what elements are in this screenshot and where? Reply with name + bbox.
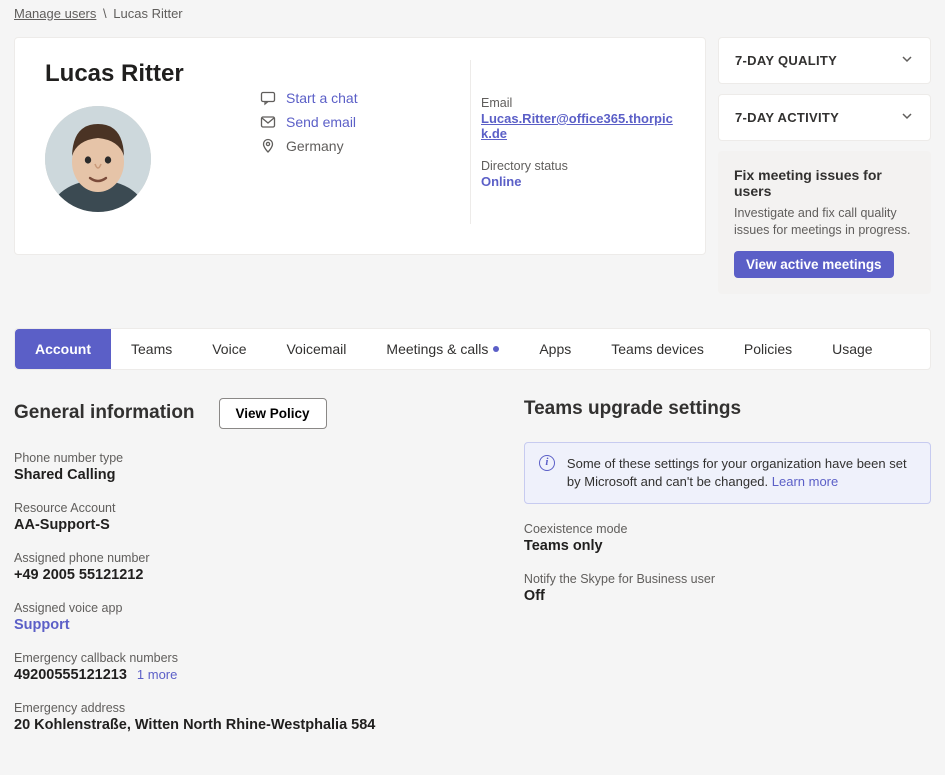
tab-label: Usage — [832, 341, 872, 357]
tab-label: Meetings & calls — [386, 341, 488, 357]
fix-meeting-card: Fix meeting issues for users Investigate… — [718, 151, 931, 294]
assigned-number-value: +49 2005 55121212 — [14, 567, 464, 583]
tabs: Account Teams Voice Voicemail Meetings & cal… — [14, 328, 931, 370]
mail-icon — [260, 114, 276, 130]
phone-type-value: Shared Calling — [14, 467, 464, 483]
breadcrumb: Manage users \ Lucas Ritter — [0, 0, 945, 27]
tab-label: Voicemail — [286, 341, 346, 357]
emergency-addr-value: 20 Kohlenstraße, Witten North Rhine-West… — [14, 717, 464, 733]
voice-app-label: Assigned voice app — [14, 601, 464, 615]
assigned-number-label: Assigned phone number — [14, 551, 464, 565]
user-name: Lucas Ritter — [45, 60, 260, 88]
activity-card[interactable]: 7-DAY ACTIVITY — [718, 94, 931, 141]
upgrade-heading: Teams upgrade settings — [524, 398, 741, 420]
location-icon — [260, 138, 276, 154]
chat-icon — [260, 90, 276, 106]
resource-account-value: AA-Support-S — [14, 517, 464, 533]
location-label: Germany — [286, 138, 344, 154]
tab-teams-devices[interactable]: Teams devices — [591, 329, 724, 369]
view-active-meetings-button[interactable]: View active meetings — [734, 251, 894, 278]
breadcrumb-current: Lucas Ritter — [113, 6, 182, 21]
fix-title: Fix meeting issues for users — [734, 167, 915, 199]
coexist-label: Coexistence mode — [524, 522, 931, 536]
tab-teams[interactable]: Teams — [111, 329, 192, 369]
send-email-link[interactable]: Send email — [260, 114, 460, 130]
chevron-down-icon — [900, 52, 914, 69]
fix-desc: Investigate and fix call quality issues … — [734, 205, 915, 239]
avatar — [45, 106, 151, 212]
emergency-more-link[interactable]: 1 more — [137, 667, 177, 682]
dir-status-label: Directory status — [481, 159, 681, 173]
tab-label: Account — [35, 341, 91, 357]
notify-value: Off — [524, 588, 931, 604]
tab-usage[interactable]: Usage — [812, 329, 892, 369]
quality-card[interactable]: 7-DAY QUALITY — [718, 37, 931, 84]
chevron-down-icon — [900, 109, 914, 126]
dir-status-value: Online — [481, 174, 681, 189]
send-email-label: Send email — [286, 114, 356, 130]
email-label: Email — [481, 96, 681, 110]
voice-app-value[interactable]: Support — [14, 617, 464, 633]
email-value[interactable]: Lucas.Ritter@office365.thorpick.de — [481, 111, 681, 141]
tab-label: Apps — [539, 341, 571, 357]
notification-dot-icon — [493, 346, 499, 352]
profile-card: Lucas Ritter Start a chat — [14, 37, 706, 255]
profile-divider — [470, 60, 471, 224]
emergency-nums-value: 49200555121213 — [14, 667, 127, 683]
tab-policies[interactable]: Policies — [724, 329, 812, 369]
emergency-addr-label: Emergency address — [14, 701, 464, 715]
phone-type-label: Phone number type — [14, 451, 464, 465]
info-icon: i — [539, 455, 555, 471]
quality-title: 7-DAY QUALITY — [735, 53, 837, 68]
tab-account[interactable]: Account — [15, 329, 111, 369]
start-chat-link[interactable]: Start a chat — [260, 90, 460, 106]
resource-account-label: Resource Account — [14, 501, 464, 515]
tab-meetings-calls[interactable]: Meetings & calls — [366, 329, 519, 369]
breadcrumb-parent[interactable]: Manage users — [14, 6, 96, 21]
breadcrumb-separator: \ — [103, 6, 107, 21]
start-chat-label: Start a chat — [286, 90, 358, 106]
activity-title: 7-DAY ACTIVITY — [735, 110, 839, 125]
learn-more-link[interactable]: Learn more — [772, 474, 838, 489]
tab-apps[interactable]: Apps — [519, 329, 591, 369]
view-policy-button[interactable]: View Policy — [219, 398, 327, 429]
tab-voice[interactable]: Voice — [192, 329, 266, 369]
tab-label: Teams — [131, 341, 172, 357]
info-banner: i Some of these settings for your organi… — [524, 442, 931, 504]
tab-label: Policies — [744, 341, 792, 357]
emergency-nums-label: Emergency callback numbers — [14, 651, 464, 665]
general-heading: General information — [14, 402, 195, 424]
tab-voicemail[interactable]: Voicemail — [266, 329, 366, 369]
notify-label: Notify the Skype for Business user — [524, 572, 931, 586]
tab-label: Voice — [212, 341, 246, 357]
tab-label: Teams devices — [611, 341, 704, 357]
coexist-value: Teams only — [524, 538, 931, 554]
banner-text: Some of these settings for your organiza… — [567, 456, 907, 489]
location-row: Germany — [260, 138, 460, 154]
